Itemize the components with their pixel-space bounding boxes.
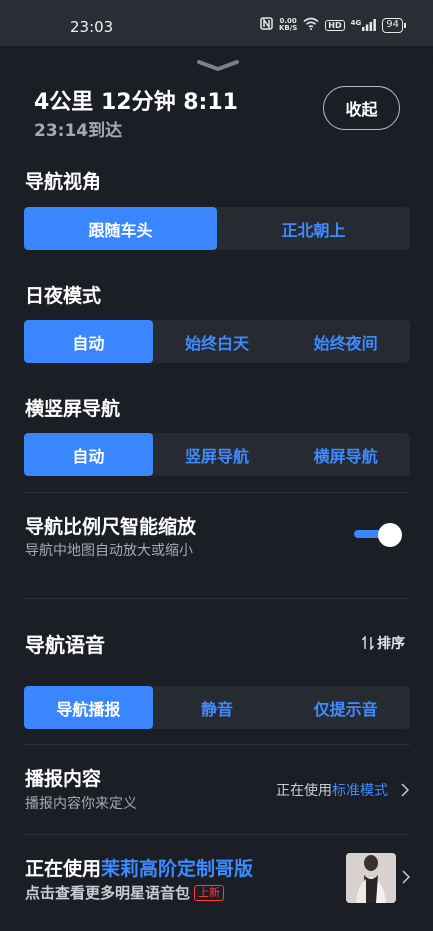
divider	[24, 492, 410, 493]
broadcast-status-value: 标准模式	[332, 783, 388, 799]
day-night-title: 日夜模式	[25, 285, 102, 307]
cell-signal-icon: 4G	[351, 19, 377, 31]
day-night-option-night[interactable]: 始终夜间	[281, 320, 410, 363]
day-night-option-auto[interactable]: 自动	[24, 320, 153, 363]
day-night-option-day[interactable]: 始终白天	[153, 320, 282, 363]
chevron-down-icon[interactable]	[196, 58, 240, 72]
chevron-right-icon[interactable]	[402, 870, 410, 884]
chevron-right-icon[interactable]	[401, 783, 409, 797]
smart-zoom-toggle[interactable]	[354, 523, 402, 549]
voice-segmented: 导航播报 静音 仅提示音	[24, 686, 410, 729]
divider	[24, 598, 410, 599]
sort-icon	[362, 636, 374, 650]
nfc-icon	[260, 17, 273, 33]
orientation-option-landscape[interactable]: 横屏导航	[281, 433, 410, 476]
sort-label: 排序	[377, 636, 405, 652]
voice-pack-subtitle-row: 点击查看更多明星语音包 上新	[25, 882, 225, 903]
nav-view-option-north-up[interactable]: 正北朝上	[217, 207, 410, 250]
status-icons: 0.00 KB/S HD 4G 94	[260, 17, 406, 33]
voice-pack-name: 茉莉高阶定制哥版	[101, 858, 254, 880]
toggle-knob	[378, 523, 402, 547]
orientation-segmented: 自动 竖屏导航 横屏导航	[24, 433, 410, 476]
nav-settings-sheet: 4公里 12分钟 8:11 23:14到达 收起 导航视角 跟随车头 正北朝上 …	[0, 46, 433, 931]
voice-option-tones-only[interactable]: 仅提示音	[281, 686, 410, 729]
sort-button[interactable]: 排序	[362, 633, 405, 653]
arrival-time: 23:14到达	[34, 121, 123, 141]
new-badge: 上新	[194, 884, 225, 901]
smart-zoom-subtitle: 导航中地图自动放大或缩小	[25, 543, 193, 559]
orientation-option-portrait[interactable]: 竖屏导航	[153, 433, 282, 476]
broadcast-content-subtitle: 播报内容你来定义	[25, 796, 137, 812]
broadcast-status-prefix: 正在使用	[276, 783, 332, 799]
signal-label: 4G	[350, 19, 362, 27]
voice-option-broadcast[interactable]: 导航播报	[24, 686, 153, 729]
voice-pack-subtitle: 点击查看更多明星语音包	[25, 884, 191, 902]
net-speed: 0.00 KB/S	[279, 18, 297, 32]
collapse-button[interactable]: 收起	[323, 86, 400, 130]
broadcast-content-status[interactable]: 正在使用标准模式	[276, 780, 388, 800]
voice-pack-title[interactable]: 正在使用茉莉高阶定制哥版	[25, 854, 253, 881]
broadcast-content-title[interactable]: 播报内容	[25, 764, 101, 791]
status-bar: 23:03 0.00 KB/S HD 4G 94	[0, 0, 433, 46]
orientation-option-auto[interactable]: 自动	[24, 433, 153, 476]
smart-zoom-title: 导航比例尺智能缩放	[25, 516, 197, 538]
voice-pack-avatar[interactable]	[346, 853, 396, 903]
divider	[24, 744, 410, 745]
day-night-segmented: 自动 始终白天 始终夜间	[24, 320, 410, 363]
voice-title: 导航语音	[25, 633, 105, 657]
voice-pack-prefix: 正在使用	[25, 858, 102, 880]
divider	[24, 834, 410, 835]
status-time: 23:03	[70, 18, 114, 36]
orientation-title: 横竖屏导航	[25, 398, 121, 420]
net-speed-unit: KB/S	[278, 24, 298, 32]
wifi-icon	[303, 17, 319, 33]
eta-summary: 4公里 12分钟 8:11	[34, 90, 238, 115]
battery-indicator: 94	[382, 17, 406, 33]
nav-view-title: 导航视角	[25, 171, 102, 193]
nav-view-segmented: 跟随车头 正北朝上	[24, 207, 410, 250]
nav-view-option-follow[interactable]: 跟随车头	[24, 207, 217, 250]
hd-icon: HD	[325, 19, 345, 31]
voice-option-mute[interactable]: 静音	[153, 686, 282, 729]
